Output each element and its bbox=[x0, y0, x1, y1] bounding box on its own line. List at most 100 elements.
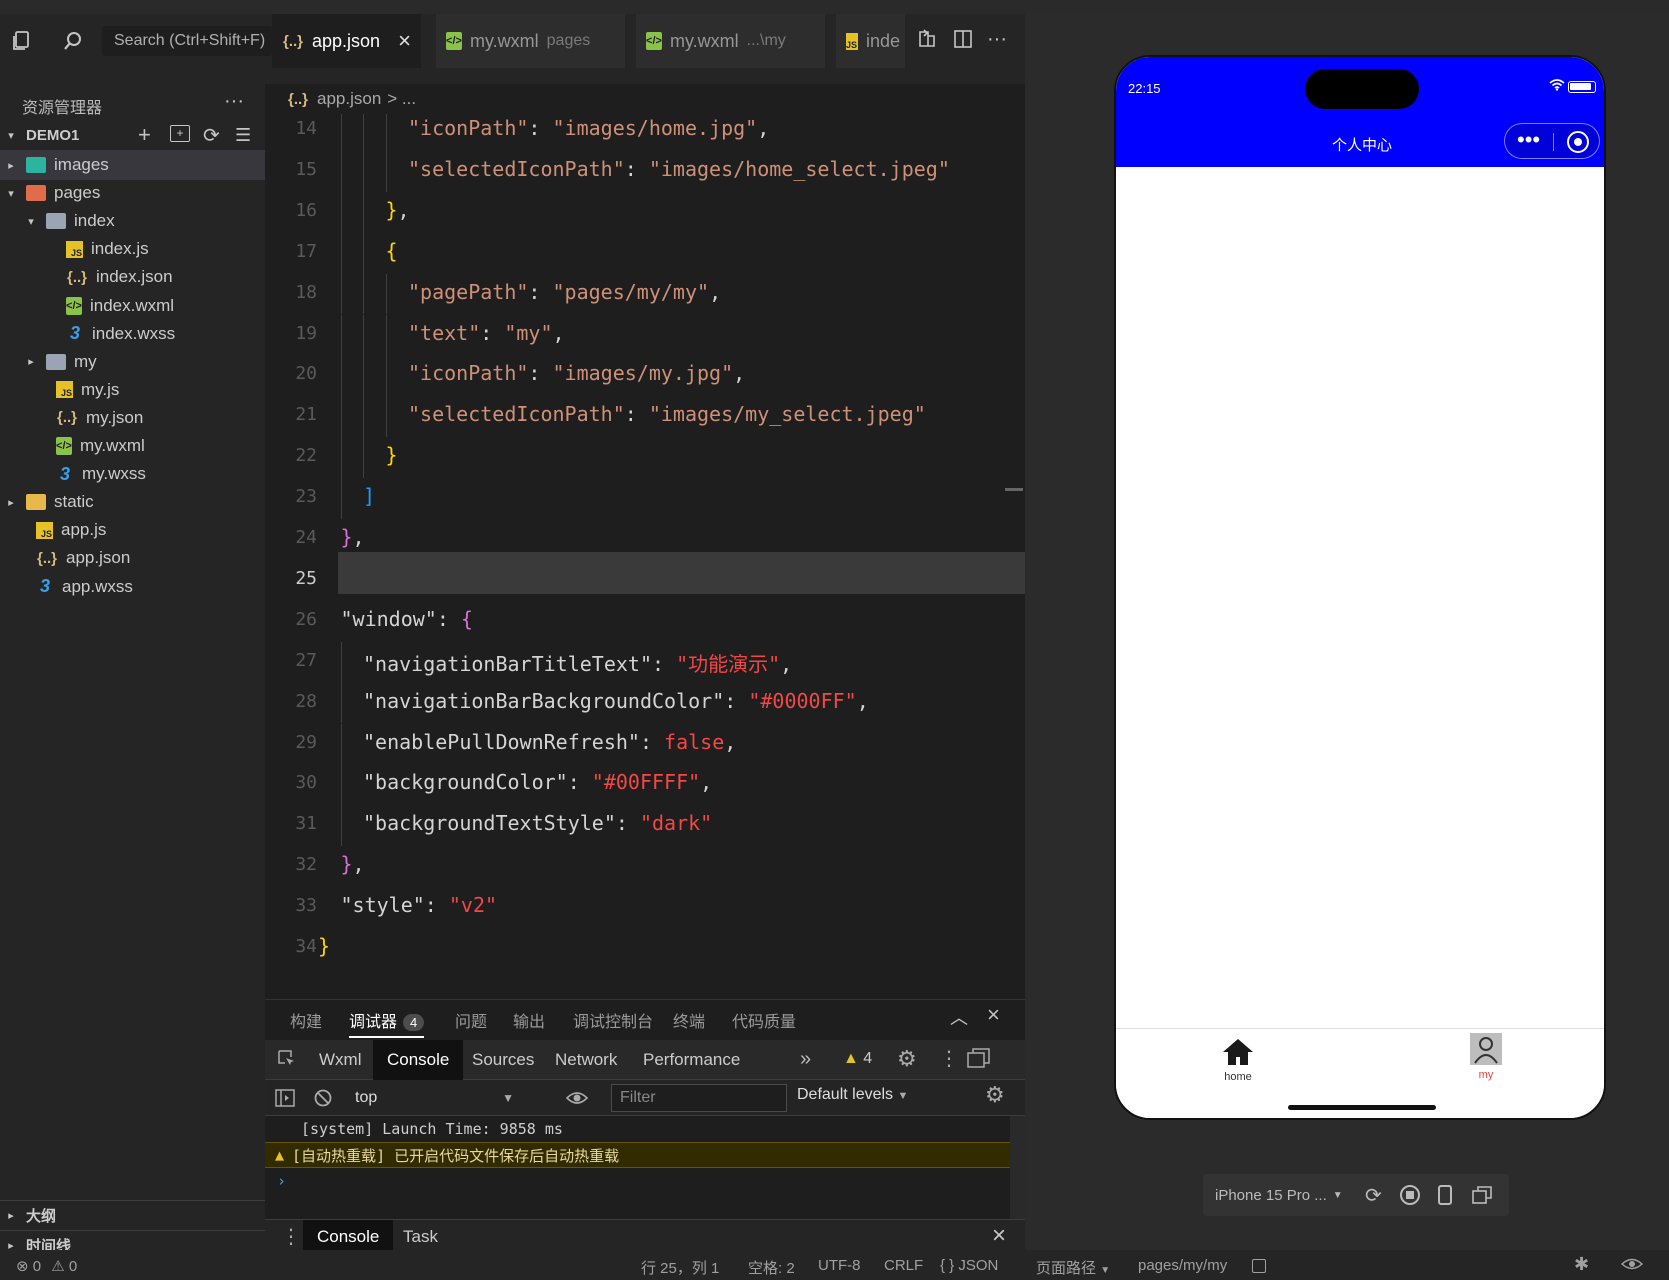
phone-icon[interactable] bbox=[1437, 1185, 1452, 1205]
device-select[interactable]: iPhone 15 Pro ... ▼ bbox=[1215, 1187, 1355, 1204]
devtools-tab[interactable]: Network bbox=[541, 1040, 631, 1080]
copy-icon[interactable] bbox=[1252, 1259, 1266, 1273]
tree-item[interactable]: {..} my.json bbox=[0, 403, 265, 433]
eye-icon[interactable] bbox=[565, 1088, 589, 1108]
panel-tab[interactable]: 构建 bbox=[290, 1008, 322, 1032]
console-settings-icon[interactable]: ⚙ bbox=[985, 1082, 1005, 1108]
sidebar-toggle-icon[interactable] bbox=[275, 1088, 295, 1108]
close-drawer-icon[interactable]: × bbox=[992, 1222, 1006, 1250]
tree-item[interactable]: </> my.wxml bbox=[0, 431, 265, 461]
dropdown-arrow-icon: ▼ bbox=[1100, 1265, 1111, 1276]
new-folder-icon[interactable]: + bbox=[170, 125, 190, 142]
split-editor-icon[interactable] bbox=[948, 24, 978, 54]
outline-section[interactable]: ▸ 大纲 bbox=[0, 1200, 265, 1230]
tab-index-js[interactable]: JS inde bbox=[836, 14, 906, 68]
undock-icon[interactable] bbox=[967, 1048, 991, 1070]
tree-item[interactable]: JS index.js bbox=[0, 234, 265, 264]
panel-tab[interactable]: 问题 bbox=[455, 1008, 487, 1032]
explorer-icon[interactable] bbox=[6, 26, 36, 56]
json-file-icon: {..} bbox=[282, 32, 303, 50]
devtools-tab[interactable]: Console bbox=[373, 1040, 464, 1080]
tab-my-wxml-my[interactable]: </> my.wxml ...\my bbox=[636, 14, 826, 68]
indent-spaces[interactable]: 空格: 2 bbox=[748, 1257, 795, 1278]
record-icon[interactable] bbox=[1399, 1185, 1420, 1205]
tree-item[interactable]: ▸ static bbox=[0, 487, 265, 517]
tree-item[interactable]: JS app.js bbox=[0, 515, 265, 545]
bug-icon[interactable]: ✱ bbox=[1574, 1254, 1589, 1275]
rotate-icon[interactable]: ⟳ bbox=[1365, 1183, 1382, 1208]
close-panel-icon[interactable]: × bbox=[987, 1002, 1000, 1028]
panel-tab[interactable]: 代码质量 bbox=[732, 1008, 796, 1032]
code-editor[interactable]: 14 "iconPath": "images/home.jpg", 15 "selec… bbox=[265, 84, 1025, 999]
explorer-more-icon[interactable]: ··· bbox=[224, 90, 244, 113]
language-mode[interactable]: { } JSON bbox=[940, 1257, 998, 1274]
cursor-position[interactable]: 行 25，列 1 bbox=[641, 1257, 719, 1278]
device-label: iPhone 15 Pro ... bbox=[1215, 1186, 1327, 1204]
close-miniprogram-icon[interactable] bbox=[1567, 131, 1589, 153]
tree-item[interactable]: {..} app.json bbox=[0, 543, 265, 573]
panel-tab[interactable]: 输出 bbox=[513, 1008, 545, 1032]
code-line: "iconPath": "images/my.jpg", bbox=[408, 361, 745, 385]
end-of-line[interactable]: CRLF bbox=[884, 1257, 923, 1274]
warning-counter[interactable]: ▲ 4 bbox=[843, 1050, 872, 1068]
search-icon[interactable] bbox=[58, 26, 88, 56]
tree-item[interactable]: ▾ pages bbox=[0, 178, 265, 208]
wxml-file-icon: </> bbox=[446, 32, 462, 50]
tree-item[interactable]: </> index.wxml bbox=[0, 291, 265, 321]
devtools-tab[interactable]: Wxml bbox=[305, 1040, 375, 1080]
search-box[interactable]: Search (Ctrl+Shift+F) bbox=[102, 26, 272, 56]
tree-item[interactable]: ▸ my bbox=[0, 347, 265, 377]
tabbar-item-home[interactable]: home bbox=[1198, 1033, 1278, 1089]
code-token: "backgroundTextStyle" bbox=[363, 811, 616, 836]
devtools-tab[interactable]: Sources bbox=[458, 1040, 548, 1080]
refresh-icon[interactable]: ⟳ bbox=[203, 123, 220, 148]
filter-input[interactable]: Filter bbox=[611, 1084, 787, 1112]
tab-app-json[interactable]: {..} app.json × bbox=[272, 14, 422, 68]
line-number: 29 bbox=[295, 731, 317, 753]
popout-icon[interactable] bbox=[1471, 1186, 1492, 1204]
more-tabs-icon[interactable]: » bbox=[800, 1048, 811, 1071]
tabbar-item-my[interactable]: my bbox=[1446, 1033, 1526, 1089]
console-scrollbar[interactable] bbox=[1010, 1116, 1025, 1219]
more-actions-icon[interactable]: ··· bbox=[982, 24, 1012, 54]
preview-eye-icon[interactable] bbox=[1620, 1256, 1644, 1272]
panel-tab-label: 调试控制台 bbox=[573, 1014, 654, 1031]
code-token: } bbox=[318, 934, 331, 958]
maximize-panel-icon[interactable]: ︿ bbox=[950, 1004, 968, 1030]
file-encoding[interactable]: UTF-8 bbox=[818, 1257, 861, 1274]
new-file-icon[interactable]: + bbox=[138, 122, 151, 148]
drawer-menu-icon[interactable]: ⋮ bbox=[281, 1224, 301, 1249]
settings-gear-icon[interactable]: ⚙ bbox=[897, 1046, 917, 1072]
tree-item[interactable]: 3 index.wxss bbox=[0, 319, 265, 349]
drawer-tab-console[interactable]: Console bbox=[303, 1220, 394, 1254]
tree-item[interactable]: {..} index.json bbox=[0, 262, 265, 292]
tree-item[interactable]: ▾ index bbox=[0, 206, 265, 236]
tree-item[interactable]: 3 app.wxss bbox=[0, 572, 265, 602]
tree-item[interactable]: JS my.js bbox=[0, 375, 265, 405]
minimap-slider[interactable] bbox=[1005, 488, 1023, 491]
vertical-dots-icon[interactable]: ⋮ bbox=[939, 1046, 959, 1071]
panel-tab[interactable]: 调试器 4 bbox=[349, 1008, 425, 1038]
drawer-tab-task[interactable]: Task bbox=[393, 1220, 448, 1254]
close-icon[interactable]: × bbox=[398, 28, 411, 54]
more-dots-icon[interactable]: ••• bbox=[1517, 128, 1540, 152]
devtools-tab[interactable]: Performance bbox=[629, 1040, 754, 1080]
open-changes-icon[interactable] bbox=[912, 24, 942, 54]
problems-indicator[interactable]: ⊗ 0 ⚠ 0 bbox=[16, 1257, 77, 1275]
tree-item[interactable]: ▸ images bbox=[0, 150, 265, 180]
indent-guide bbox=[340, 314, 342, 356]
inspect-element-icon[interactable] bbox=[277, 1049, 297, 1069]
clear-console-icon[interactable] bbox=[313, 1088, 333, 1108]
panel-tab[interactable]: 终端 bbox=[673, 1008, 705, 1032]
tab-my-wxml-pages[interactable]: </> my.wxml pages bbox=[436, 14, 626, 68]
panel-tab[interactable]: 调试控制台 bbox=[573, 1008, 653, 1032]
breadcrumb-file[interactable]: app.json bbox=[317, 89, 381, 109]
page-path-label[interactable]: 页面路径 ▼ bbox=[1036, 1257, 1110, 1278]
tree-item[interactable]: 3 my.wxss bbox=[0, 459, 265, 489]
collapse-all-icon[interactable]: ☰ bbox=[235, 125, 251, 146]
log-levels-select[interactable]: Default levels ▼ bbox=[797, 1086, 908, 1104]
context-select[interactable]: top ▼ bbox=[345, 1084, 520, 1112]
folder-icon bbox=[26, 185, 46, 202]
project-header[interactable]: ▾ DEMO1 + + ⟳ ☰ bbox=[0, 120, 265, 150]
console-prompt[interactable]: › bbox=[265, 1168, 1010, 1194]
